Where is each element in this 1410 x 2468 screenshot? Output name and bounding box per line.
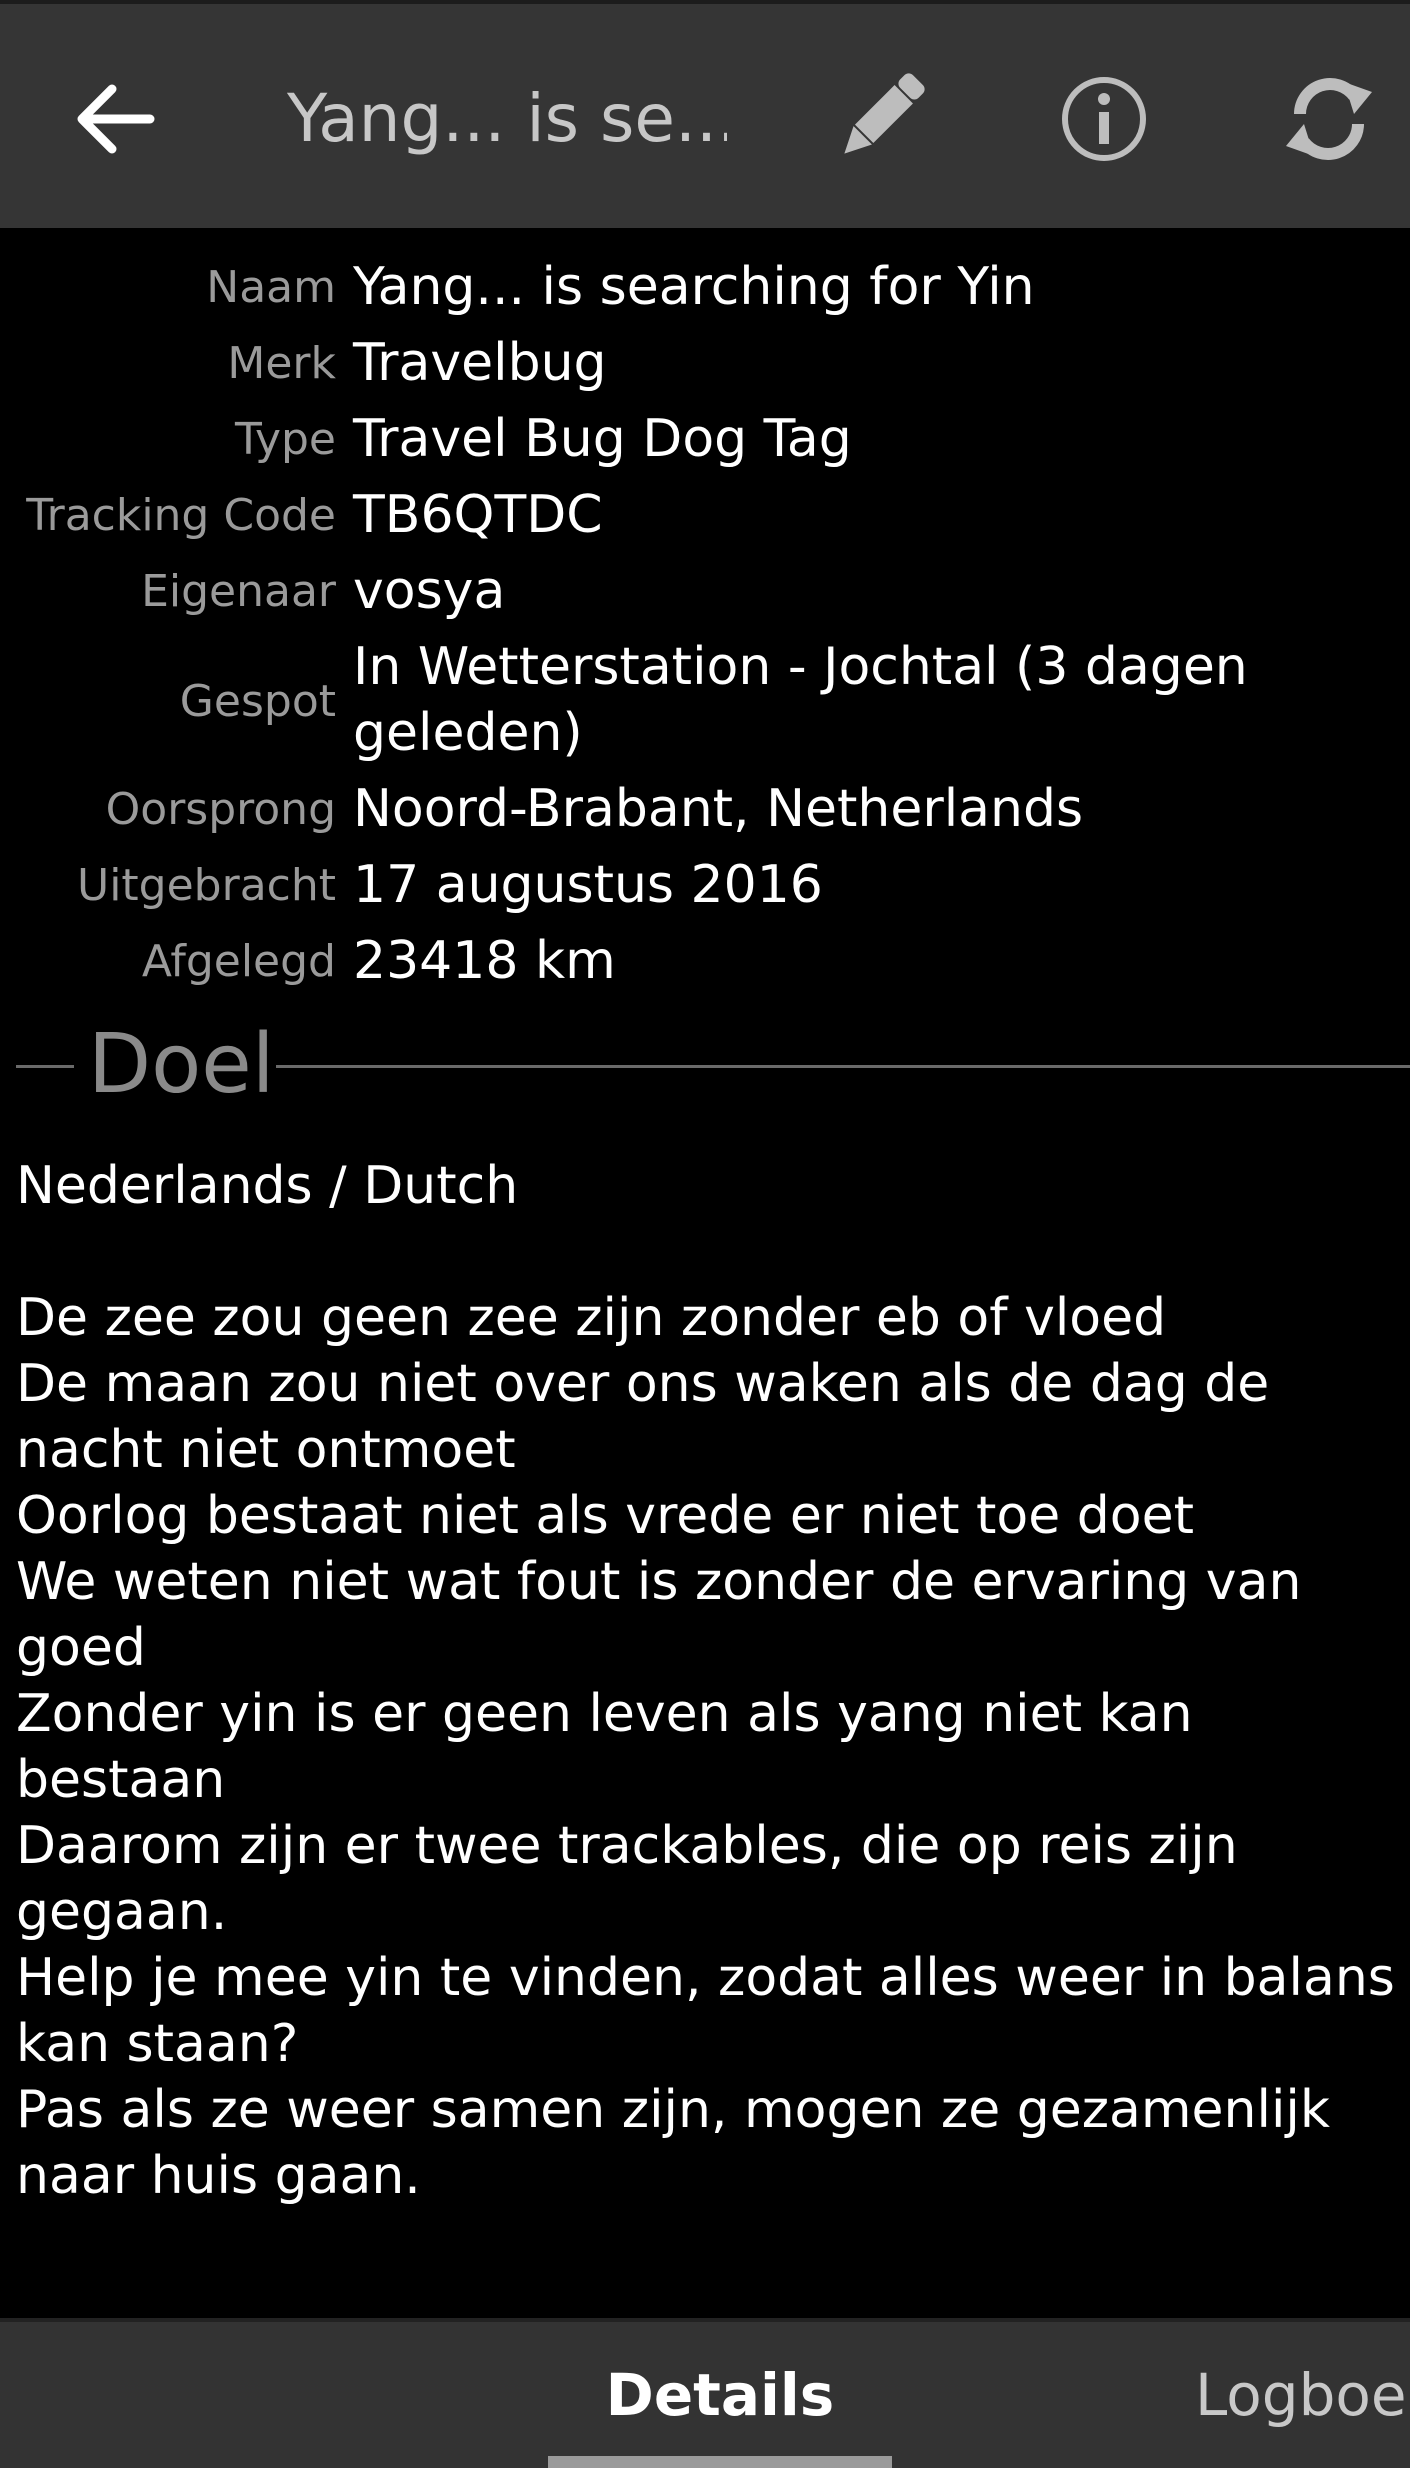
edit-button[interactable] — [822, 62, 936, 176]
details-scroll-area[interactable]: Naam Yang... is searching for Yin Merk T… — [0, 228, 1410, 2318]
refresh-icon — [1286, 78, 1372, 160]
refresh-button[interactable] — [1272, 62, 1386, 176]
goal-description: Nederlands / Dutch De zee zou geen zee z… — [16, 1156, 1395, 2318]
origin-value: Noord-Brabant, Netherlands — [353, 779, 1084, 839]
tab-details[interactable]: Details — [548, 2322, 892, 2468]
tracking-code-value: TB6QTDC — [353, 485, 603, 545]
info-icon — [1062, 77, 1146, 161]
released-label: Uitgebracht — [77, 860, 336, 911]
owner-label: Eigenaar — [141, 566, 336, 617]
brand-value: Travelbug — [353, 333, 607, 393]
distance-value: 23418 km — [353, 931, 616, 991]
page-title: Yang... is se... — [287, 80, 727, 157]
tracking-code-label: Tracking Code — [26, 490, 336, 541]
divider — [16, 1065, 74, 1068]
distance-label: Afgelegd — [141, 936, 336, 987]
type-label: Type — [234, 414, 336, 465]
scroll-clip — [0, 2278, 1410, 2318]
name-value: Yang... is searching for Yin — [353, 257, 1035, 317]
active-tab-indicator — [548, 2456, 892, 2468]
origin-label: Oorsprong — [105, 784, 336, 835]
tab-bar: Details Logboek — [0, 2318, 1410, 2468]
info-button[interactable] — [1047, 62, 1161, 176]
divider — [276, 1065, 1410, 1068]
goal-heading: Doel — [88, 1017, 275, 1112]
toolbar: Yang... is se... — [0, 0, 1410, 228]
spotted-value[interactable]: In Wetterstation - Jochtal (3 dagen gele… — [353, 634, 1403, 766]
arrow-left-icon — [77, 84, 155, 154]
back-button[interactable] — [70, 74, 160, 164]
type-value: Travel Bug Dog Tag — [353, 409, 852, 469]
goal-section-header: Doel — [16, 1020, 1410, 1110]
spotted-label: Gespot — [179, 676, 336, 727]
released-value: 17 augustus 2016 — [353, 855, 823, 915]
name-label: Naam — [206, 262, 336, 313]
tab-logbook[interactable]: Logboek — [1195, 2322, 1410, 2468]
pencil-icon — [844, 73, 925, 154]
owner-value[interactable]: vosya — [353, 558, 1403, 624]
brand-label: Merk — [227, 338, 336, 389]
